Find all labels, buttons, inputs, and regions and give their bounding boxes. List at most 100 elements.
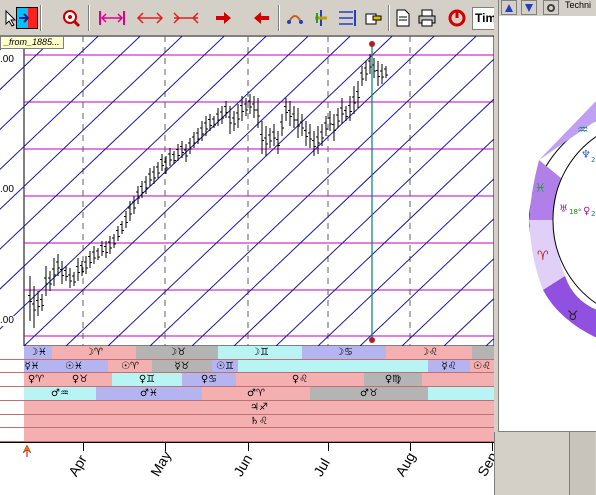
band-segment: ♂♉ bbox=[310, 387, 428, 400]
band-row: ♄♌ bbox=[0, 414, 494, 429]
band-segment bbox=[422, 373, 494, 387]
band-segment: ☉♈ bbox=[108, 359, 152, 373]
up-button[interactable] bbox=[501, 0, 517, 15]
band-segment: ♂♓ bbox=[96, 387, 202, 400]
month-tick bbox=[248, 443, 249, 451]
color-picker-button[interactable] bbox=[16, 7, 38, 29]
zodiac-glyph: 2 bbox=[591, 210, 595, 218]
month-label: Apr bbox=[65, 452, 90, 479]
price-chart[interactable]: .00 .00 .00 bbox=[0, 32, 596, 347]
month-label: Aug bbox=[392, 449, 419, 479]
band-segment: ☽♉ bbox=[136, 346, 218, 359]
zodiac-glyph: ♀ bbox=[583, 206, 590, 217]
settings-button[interactable] bbox=[543, 0, 559, 15]
zodiac-glyph: ♆ bbox=[581, 148, 591, 161]
expand-arrows-button[interactable] bbox=[136, 7, 164, 29]
print-icon bbox=[418, 9, 436, 27]
band-segment: ♀♈ bbox=[24, 373, 48, 387]
color-picker-icon bbox=[19, 8, 37, 28]
toolbar-separator bbox=[88, 5, 90, 31]
band-segment: ☉♌ bbox=[470, 359, 494, 373]
arrow-left-button[interactable] bbox=[250, 7, 272, 29]
document-button[interactable] bbox=[392, 7, 414, 29]
stretch-horizontal-icon bbox=[99, 11, 125, 25]
month-tick bbox=[410, 443, 411, 451]
gann-fan-button[interactable] bbox=[336, 7, 358, 29]
gann-fan-icon bbox=[339, 10, 356, 26]
planet-lines-button[interactable] bbox=[310, 7, 332, 29]
band-segment: ♀♉ bbox=[48, 373, 112, 387]
arc-tool-icon bbox=[287, 15, 303, 24]
chart-canvas bbox=[0, 32, 596, 347]
stretch-horizontal-button[interactable] bbox=[98, 7, 126, 29]
triangle-up-icon bbox=[505, 3, 513, 12]
month-label: Jul bbox=[310, 455, 333, 479]
month-tick bbox=[328, 443, 329, 451]
band-segment: ☿♉ bbox=[152, 359, 212, 373]
toolbar-separator bbox=[40, 5, 42, 31]
status-panel bbox=[494, 432, 596, 495]
band-segment: ♀♋ bbox=[182, 373, 236, 387]
month-label: Jun bbox=[230, 451, 256, 479]
band-segment: ♃♐ bbox=[24, 400, 494, 414]
hand-pointer-button[interactable] bbox=[362, 7, 384, 29]
time-axis: Apr May Jun Jul Aug Sep bbox=[0, 442, 500, 495]
price-label: .00 bbox=[0, 184, 14, 195]
compress-arrows-button[interactable] bbox=[172, 7, 200, 29]
main-toolbar: Tim bbox=[0, 0, 496, 36]
marker-bottom-dot bbox=[369, 337, 375, 343]
expand-arrows-icon bbox=[136, 12, 164, 24]
timeframe-dropdown[interactable]: Tim bbox=[472, 7, 496, 30]
arrow-left-icon bbox=[254, 12, 269, 24]
band-segment: ☽♈ bbox=[52, 346, 136, 359]
band-row: ♀♈ ♀♉ ♀♊ ♀♋ ♀♌ ♀♍ bbox=[0, 373, 494, 388]
band-segment: ☽♓ bbox=[24, 346, 52, 359]
band-segment bbox=[428, 387, 494, 400]
triangle-down-icon bbox=[525, 3, 533, 12]
band-segment: ☽♋ bbox=[302, 346, 386, 359]
status-panel-inner bbox=[569, 432, 595, 495]
band-segment bbox=[24, 428, 494, 441]
band-segment: ☽♌ bbox=[386, 346, 472, 359]
band-row bbox=[0, 428, 494, 442]
band-segment: ♂♈ bbox=[202, 387, 310, 400]
arc-tool-button[interactable] bbox=[284, 7, 306, 29]
wheel-toolbar: Techni bbox=[499, 0, 596, 16]
zodiac-glyph: ♓ bbox=[535, 181, 546, 195]
month-label: May bbox=[147, 448, 175, 479]
band-segment: ☿♓ bbox=[24, 359, 40, 373]
band-segment: ♂♒ bbox=[24, 387, 96, 400]
print-button[interactable] bbox=[416, 7, 438, 29]
band-segment: ☉♓ bbox=[40, 359, 108, 373]
zoom-button[interactable] bbox=[60, 7, 82, 29]
band-row: ♃♐ bbox=[0, 400, 494, 415]
gear-icon bbox=[547, 3, 555, 12]
month-tick bbox=[492, 443, 493, 451]
band-segment bbox=[238, 359, 428, 373]
zodiac-glyph: 18° bbox=[569, 208, 581, 216]
reset-button[interactable] bbox=[446, 7, 468, 29]
month-tick bbox=[165, 443, 166, 451]
band-row: ☿♓ ☉♓ ☉♈ ☿♉ ☉♊ ☿♌ ☉♌ bbox=[0, 359, 494, 374]
toolbar-separator bbox=[278, 5, 280, 31]
planet-lines-icon bbox=[315, 10, 327, 26]
band-segment: ☿♌ bbox=[428, 359, 470, 373]
wheel-sector bbox=[543, 276, 596, 338]
series-tooltip: _from_1885... bbox=[0, 36, 64, 49]
astro-wheel-window: Techni ♒ ♆ 2 ♓ ♅ 18° ♀ 2 ♈ ♉ bbox=[498, 0, 596, 432]
zodiac-glyph: 2 bbox=[591, 156, 595, 164]
arrow-right-button[interactable] bbox=[212, 7, 234, 29]
band-row: ☽♓ ☽♈ ☽♉ ☽♊ ☽♋ ☽♌ bbox=[0, 346, 494, 360]
planetary-bands: ☽♓ ☽♈ ☽♉ ☽♊ ☽♋ ☽♌ ☿♓ ☉♓ ☉♈ ☿♉ ☉♊ ☿♌ ☉♌ ♀♈ ♀♉ ♀♊ ♀♋ ♀♌ ♀♍ ♂♒… bbox=[0, 346, 494, 442]
band-segment: ♀♍ bbox=[364, 373, 422, 387]
band-row: ♂♒ ♂♓ ♂♈ ♂♉ bbox=[0, 387, 494, 401]
band-segment: ☽♊ bbox=[218, 346, 302, 359]
band-segment: ♀♊ bbox=[112, 373, 182, 387]
band-segment: ♀♌ bbox=[236, 373, 364, 387]
document-icon bbox=[396, 9, 410, 27]
zodiac-glyph: ♉ bbox=[567, 309, 579, 324]
compress-arrows-icon bbox=[173, 12, 199, 24]
price-label: .00 bbox=[0, 54, 14, 65]
zodiac-wheel: ♒♆ 2♓♅ 18° ♀ 2♈♉ bbox=[529, 101, 596, 338]
down-button[interactable] bbox=[521, 0, 537, 15]
